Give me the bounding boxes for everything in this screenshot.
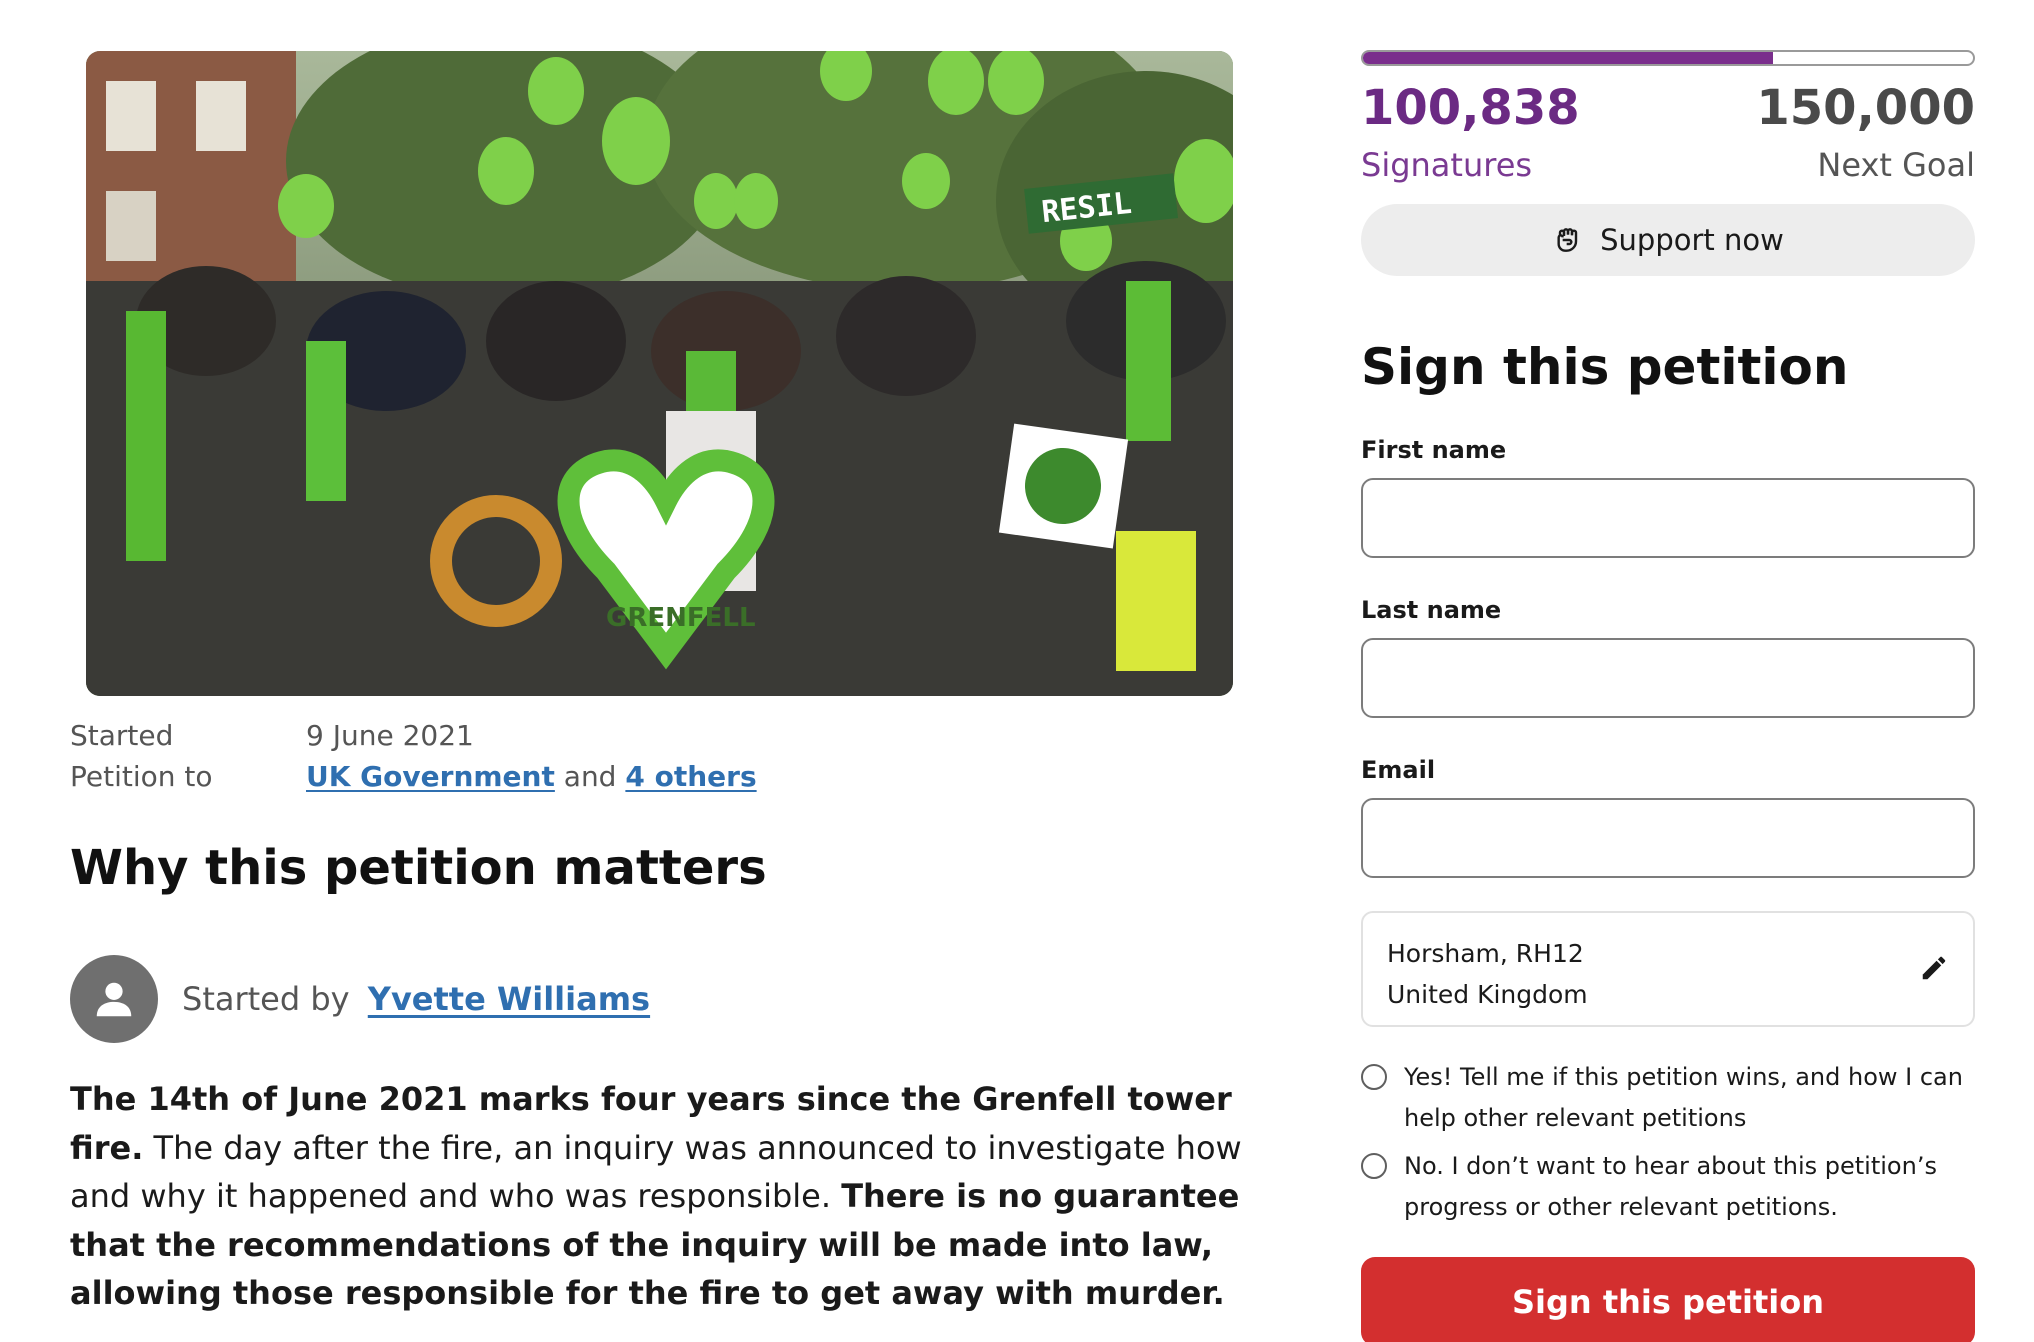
sign-sidebar: 100,838 150,000 Signatures Next Goal Sup… (1361, 50, 1975, 1342)
progress-fill (1363, 52, 1773, 64)
next-goal-label: Next Goal (1817, 146, 1975, 184)
first-name-label: First name (1361, 436, 1507, 464)
opt-in-radio[interactable] (1361, 1064, 1387, 1090)
petition-starter: Started by Yvette Williams (70, 955, 650, 1043)
petition-to-label: Petition to (70, 760, 213, 793)
opt-in-option[interactable]: Yes! Tell me if this petition wins, and … (1361, 1057, 1975, 1139)
petition-description: The 14th of June 2021 marks four years s… (70, 1075, 1245, 1318)
signature-progress-bar (1361, 50, 1975, 66)
petition-to-row: Petition to UK Government and 4 others (70, 756, 1170, 797)
goal-count: 150,000 (1756, 80, 1975, 136)
target-uk-government-link[interactable]: UK Government (306, 760, 555, 793)
why-petition-matters-heading: Why this petition matters (70, 840, 767, 896)
started-by-label: Started by (182, 980, 350, 1018)
sign-petition-button[interactable]: Sign this petition (1361, 1257, 1975, 1342)
and-text: and (563, 760, 617, 793)
started-date: 9 June 2021 (306, 719, 474, 752)
location-box: Horsham, RH12 United Kingdom (1361, 911, 1975, 1027)
signature-counts: 100,838 150,000 (1361, 80, 1975, 136)
support-now-label: Support now (1600, 223, 1784, 257)
pencil-icon[interactable] (1919, 953, 1949, 995)
fist-icon (1552, 224, 1584, 256)
petition-hero-image: GRENFELL RESIL (86, 51, 1233, 696)
last-name-label: Last name (1361, 596, 1502, 624)
first-name-field[interactable] (1361, 478, 1975, 558)
opt-in-label: Yes! Tell me if this petition wins, and … (1404, 1063, 1963, 1132)
opt-out-radio[interactable] (1361, 1153, 1387, 1179)
target-others-link[interactable]: 4 others (625, 760, 756, 793)
started-label: Started (70, 719, 174, 752)
signatures-label: Signatures (1361, 146, 1533, 184)
opt-out-label: No. I don’t want to hear about this peti… (1404, 1152, 1937, 1221)
memorial-photo: GRENFELL RESIL (86, 51, 1233, 696)
signature-count: 100,838 (1361, 80, 1580, 136)
sign-petition-heading: Sign this petition (1361, 338, 1849, 396)
started-row: Started 9 June 2021 (70, 715, 1170, 756)
last-name-field[interactable] (1361, 638, 1975, 718)
location-city: Horsham, RH12 (1387, 939, 1584, 968)
wreath-text: GRENFELL (606, 603, 756, 633)
avatar (70, 955, 158, 1043)
location-country: United Kingdom (1387, 980, 1588, 1009)
petition-meta: Started 9 June 2021 Petition to UK Gover… (70, 715, 1170, 797)
signature-count-labels: Signatures Next Goal (1361, 146, 1975, 184)
person-icon (96, 982, 132, 1017)
email-field[interactable] (1361, 798, 1975, 878)
opt-out-option[interactable]: No. I don’t want to hear about this peti… (1361, 1146, 1975, 1228)
support-now-button[interactable]: Support now (1361, 204, 1975, 276)
email-label: Email (1361, 756, 1436, 784)
starter-name-link[interactable]: Yvette Williams (368, 980, 650, 1018)
